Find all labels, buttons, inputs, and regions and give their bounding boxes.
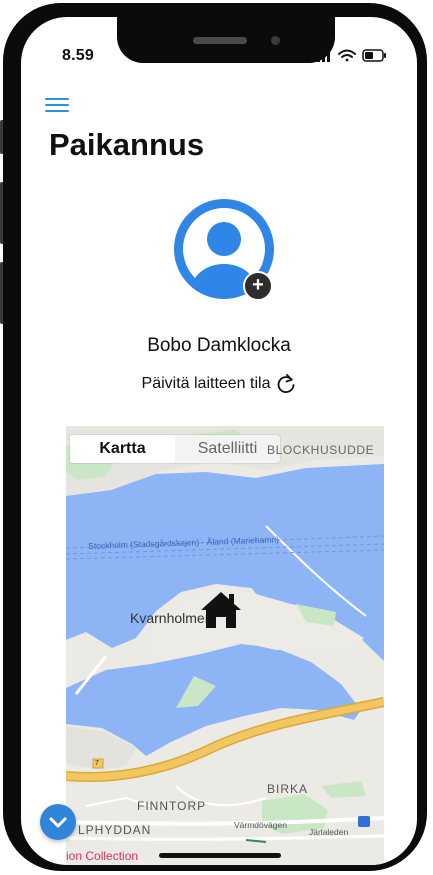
add-photo-icon[interactable]: +: [243, 271, 273, 301]
notch-speaker: [193, 37, 247, 44]
map-label-birka: BIRKA: [267, 782, 309, 796]
front-camera: [271, 36, 280, 45]
tab-kartta[interactable]: Kartta: [70, 435, 175, 463]
map-label-varmdovagen: Värmdövägen: [234, 820, 287, 830]
map-label-lphyddan: LPHYDDAN: [78, 823, 152, 837]
road-number-badge: 7: [95, 760, 99, 767]
phone-frame: 8.59 Paikannus + Bobo Damklocka Päivitä …: [3, 3, 427, 871]
device-user-name: Bobo Damklocka: [147, 335, 291, 356]
wifi-icon: [338, 49, 356, 62]
home-icon[interactable]: [199, 590, 243, 630]
map-label-collection: ion Collection: [66, 849, 139, 863]
refresh-icon[interactable]: [276, 373, 296, 395]
battery-icon: [362, 49, 386, 62]
map-type-toggle: Kartta Satelliitti: [70, 435, 280, 463]
scroll-down-button[interactable]: [40, 804, 76, 840]
map-label-blockhusudde: BLOCKHUSUDDE: [267, 443, 375, 457]
avatar[interactable]: +: [173, 198, 275, 301]
status-time: 8.59: [62, 47, 94, 64]
map-label-finntorp: FINNTORP: [137, 799, 207, 813]
refresh-status-button[interactable]: Päivitä laitteen tila: [21, 373, 417, 395]
map-label-jarlaleden: Järlaleden: [309, 827, 349, 837]
home-indicator[interactable]: [159, 853, 281, 858]
device-notch: [117, 17, 335, 63]
location-map[interactable]: Kartta Satelliitti BLOCKHUSUDDE Stockhol…: [66, 426, 384, 865]
refresh-label: Päivitä laitteen tila: [141, 375, 271, 392]
map-canvas: [66, 426, 384, 865]
tab-satelliitti[interactable]: Satelliitti: [175, 435, 280, 463]
page-title: Paikannus: [49, 127, 205, 162]
chevron-down-icon: [49, 817, 67, 828]
hamburger-menu-icon[interactable]: [45, 97, 69, 113]
app-screen: 8.59 Paikannus + Bobo Damklocka Päivitä …: [21, 17, 417, 865]
